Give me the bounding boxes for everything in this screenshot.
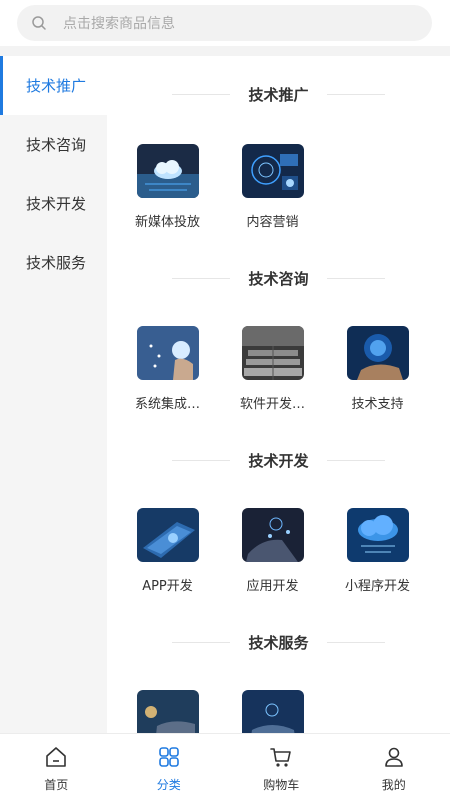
product-label: 新媒体投放	[134, 215, 200, 230]
divider	[326, 459, 385, 461]
search-bar: 点击搜索商品信息	[0, 0, 450, 46]
tab-cart[interactable]: 购物车	[225, 734, 338, 800]
product-thumbnail	[136, 326, 199, 380]
divider	[172, 277, 231, 279]
product-label: 软件开发…	[239, 397, 305, 412]
product-label: 内容营销	[246, 215, 299, 230]
product-mini-program-development[interactable]: 小程序开发	[325, 508, 430, 594]
section-tech-promotion: 技术推广 新媒体投放 内容营销	[107, 56, 450, 230]
product-thumbnail	[346, 326, 409, 380]
product-thumbnail	[241, 690, 304, 733]
sidebar-item-label: 技术开发	[26, 195, 87, 213]
sidebar-item-tech-consulting[interactable]: 技术咨询	[0, 115, 107, 174]
product-tech-support[interactable]: 技术支持	[325, 326, 430, 412]
section-title: 技术推广	[248, 85, 309, 104]
tab-home[interactable]: 首页	[0, 734, 113, 800]
sidebar-item-label: 技术服务	[26, 254, 87, 272]
item-grid	[107, 690, 450, 733]
section-header: 技术开发	[107, 450, 450, 470]
product-system-integration[interactable]: 系统集成…	[115, 326, 220, 412]
search-icon	[29, 13, 49, 33]
divider	[326, 277, 385, 279]
section-tech-consulting: 技术咨询 系统集成… 软件开发… 技术支持	[107, 268, 450, 412]
product-label: 技术支持	[351, 397, 404, 412]
tab-label: 我的	[381, 778, 406, 792]
category-sidebar: 技术推广 技术咨询 技术开发 技术服务	[0, 56, 107, 733]
sidebar-item-label: 技术推广	[26, 77, 87, 95]
sidebar-item-tech-development[interactable]: 技术开发	[0, 174, 107, 233]
section-title: 技术开发	[248, 451, 309, 470]
product-tech-service-2[interactable]	[220, 690, 325, 733]
divider	[0, 46, 450, 56]
section-header: 技术咨询	[107, 268, 450, 288]
search-input[interactable]: 点击搜索商品信息	[17, 5, 432, 41]
user-icon	[381, 744, 407, 770]
sidebar-item-tech-service[interactable]: 技术服务	[0, 233, 107, 292]
tab-label: 购物车	[263, 778, 300, 792]
divider	[172, 459, 231, 461]
section-header: 技术推广	[107, 56, 450, 132]
section-header: 技术服务	[107, 632, 450, 652]
tab-label: 分类	[156, 778, 181, 792]
section-tech-service: 技术服务	[107, 632, 450, 733]
product-label: 小程序开发	[344, 579, 410, 594]
product-label: 应用开发	[246, 579, 299, 594]
divider	[326, 641, 385, 643]
item-grid: 系统集成… 软件开发… 技术支持	[107, 326, 450, 412]
product-software-development[interactable]: 软件开发…	[220, 326, 325, 412]
product-thumbnail	[241, 326, 304, 380]
product-app-development[interactable]: APP开发	[115, 508, 220, 594]
sidebar-item-tech-promotion[interactable]: 技术推广	[0, 56, 107, 115]
section-tech-development: 技术开发 APP开发 应用开发 小程序开发	[107, 450, 450, 594]
product-thumbnail	[346, 508, 409, 562]
product-label: APP开发	[142, 579, 193, 594]
category-content: 技术推广 新媒体投放 内容营销 技术咨询 系统集成… 软件开发… 技术支持 技术…	[107, 56, 450, 733]
bottom-tab-bar: 首页 分类 购物车 我的	[0, 733, 450, 800]
product-thumbnail	[241, 144, 304, 198]
search-placeholder: 点击搜索商品信息	[63, 16, 175, 32]
sidebar-item-label: 技术咨询	[26, 136, 87, 154]
product-application-development[interactable]: 应用开发	[220, 508, 325, 594]
product-thumbnail	[136, 690, 199, 733]
cart-icon	[268, 744, 294, 770]
product-thumbnail	[136, 144, 199, 198]
item-grid: 新媒体投放 内容营销	[107, 144, 450, 230]
product-new-media-ads[interactable]: 新媒体投放	[115, 144, 220, 230]
product-tech-service-1[interactable]	[115, 690, 220, 733]
section-title: 技术咨询	[248, 269, 309, 288]
category-icon	[156, 744, 182, 770]
home-icon	[43, 744, 69, 770]
divider	[326, 93, 385, 95]
tab-profile[interactable]: 我的	[338, 734, 450, 800]
divider	[172, 93, 231, 95]
tab-category[interactable]: 分类	[113, 734, 226, 800]
product-thumbnail	[241, 508, 304, 562]
section-title: 技术服务	[248, 633, 309, 652]
product-thumbnail	[136, 508, 199, 562]
product-content-marketing[interactable]: 内容营销	[220, 144, 325, 230]
product-label: 系统集成…	[134, 397, 200, 412]
divider	[172, 641, 231, 643]
item-grid: APP开发 应用开发 小程序开发	[107, 508, 450, 594]
tab-label: 首页	[44, 778, 69, 792]
